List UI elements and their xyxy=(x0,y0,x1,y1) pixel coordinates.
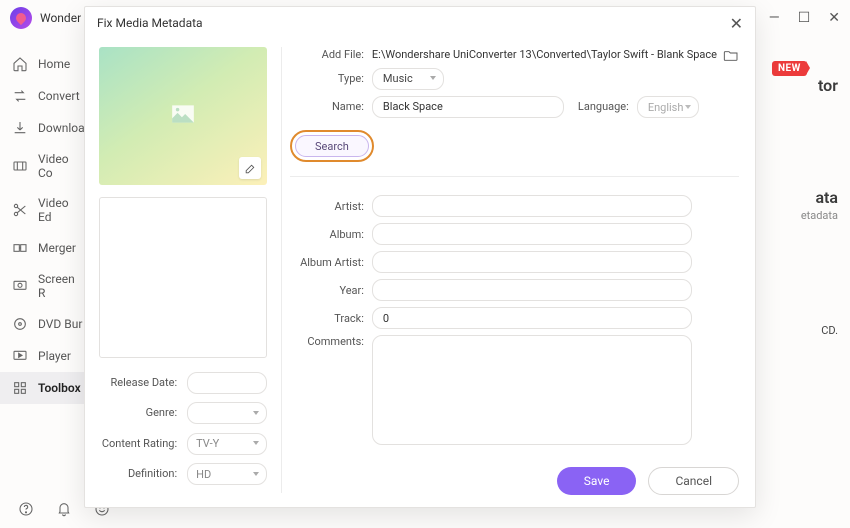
scissors-icon xyxy=(12,202,28,218)
sidebar-item-video-editor[interactable]: Video Ed xyxy=(0,188,95,232)
release-date-label: Release Date: xyxy=(110,376,177,389)
sidebar-item-label: Home xyxy=(38,57,70,71)
disc-icon xyxy=(12,316,28,332)
definition-select-value[interactable] xyxy=(187,463,267,485)
convert-icon xyxy=(12,88,28,104)
dialog-right-pane: Add File: E:\Wondershare UniConverter 13… xyxy=(282,39,755,507)
merge-icon xyxy=(12,240,28,256)
album-artist-label: Album Artist: xyxy=(290,256,372,269)
bell-icon[interactable] xyxy=(56,501,72,521)
close-dialog-button[interactable]: ✕ xyxy=(730,14,743,33)
language-label: Language: xyxy=(578,100,629,113)
image-placeholder-icon xyxy=(170,103,196,129)
dialog-header: Fix Media Metadata ✕ xyxy=(85,7,755,39)
content-rating-select[interactable] xyxy=(187,432,267,455)
definition-label: Definition: xyxy=(128,467,177,480)
sidebar-item-home[interactable]: Home xyxy=(0,48,95,80)
bg-new-badge-wrap: NEW xyxy=(772,56,832,75)
lyrics-box[interactable] xyxy=(99,197,267,358)
artist-label: Artist: xyxy=(290,200,372,213)
dialog-left-pane: Release Date: Genre: Content Rating: xyxy=(85,39,281,507)
bg-peek-title-2: ata etadata xyxy=(801,188,838,222)
year-label: Year: xyxy=(290,284,372,297)
sidebar-item-converter[interactable]: Convert xyxy=(0,80,95,112)
record-icon xyxy=(12,278,28,294)
genre-select-value[interactable] xyxy=(187,402,267,424)
maximize-button[interactable]: ☐ xyxy=(798,11,811,25)
track-input[interactable] xyxy=(372,307,692,329)
sidebar-item-downloader[interactable]: Downloa xyxy=(0,112,95,144)
add-file-path: E:\Wondershare UniConverter 13\Converted… xyxy=(372,48,717,61)
bg-peek-line: CD. xyxy=(821,324,838,337)
sidebar-item-label: Toolbox xyxy=(38,381,81,395)
content-rating-label: Content Rating: xyxy=(102,437,177,450)
genre-label: Genre: xyxy=(146,406,178,419)
search-highlight: Search xyxy=(290,130,374,162)
track-label: Track: xyxy=(290,312,372,325)
add-file-label: Add File: xyxy=(290,48,372,61)
release-date-input[interactable] xyxy=(187,372,267,394)
type-select-value[interactable]: Music xyxy=(372,68,444,90)
section-divider xyxy=(290,176,739,177)
sidebar: Home Convert Downloa Video Co Video Ed M… xyxy=(0,36,95,494)
bg-peek-title-1: tor xyxy=(818,76,838,95)
sidebar-item-label: Video Ed xyxy=(38,196,83,224)
new-badge: NEW xyxy=(772,61,807,76)
album-input[interactable] xyxy=(372,223,692,245)
bg-peek-title-2-text: ata xyxy=(801,188,838,207)
sidebar-item-dvd-burner[interactable]: DVD Bur xyxy=(0,308,95,340)
grid-icon xyxy=(12,380,28,396)
sidebar-item-label: DVD Bur xyxy=(38,317,82,331)
content-rating-select-value[interactable] xyxy=(187,433,267,455)
compress-icon xyxy=(12,158,28,174)
year-input[interactable] xyxy=(372,279,692,301)
album-label: Album: xyxy=(290,228,372,241)
type-select[interactable]: Music xyxy=(372,67,444,90)
play-icon xyxy=(12,348,28,364)
app-logo-icon xyxy=(10,7,32,29)
dialog-title: Fix Media Metadata xyxy=(97,16,203,30)
save-button[interactable]: Save xyxy=(557,467,637,495)
download-icon xyxy=(12,120,28,136)
app-window: Wonder — ☐ ✕ Home Convert Downloa Video … xyxy=(0,0,850,528)
bg-peek-sub: etadata xyxy=(801,209,838,222)
sidebar-item-merger[interactable]: Merger xyxy=(0,232,95,264)
close-window-button[interactable]: ✕ xyxy=(828,11,840,25)
search-button[interactable]: Search xyxy=(295,135,369,157)
app-title: Wonder xyxy=(40,11,81,25)
language-select-value[interactable]: English xyxy=(637,96,699,118)
sidebar-item-player[interactable]: Player xyxy=(0,340,95,372)
comments-label: Comments: xyxy=(290,335,372,348)
minimize-button[interactable]: — xyxy=(769,11,780,25)
language-select[interactable]: English xyxy=(637,96,699,119)
help-icon[interactable] xyxy=(18,501,34,521)
comments-input[interactable] xyxy=(372,335,692,445)
sidebar-item-label: Merger xyxy=(38,241,76,255)
album-artist-input[interactable] xyxy=(372,251,692,273)
definition-select[interactable] xyxy=(187,463,267,486)
cancel-button[interactable]: Cancel xyxy=(648,467,739,495)
name-input[interactable] xyxy=(372,96,564,118)
sidebar-item-label: Video Co xyxy=(38,152,83,180)
browse-folder-button[interactable] xyxy=(723,47,739,61)
genre-select[interactable] xyxy=(187,402,267,425)
home-icon xyxy=(12,56,28,72)
fix-metadata-dialog: Fix Media Metadata ✕ Release Date: xyxy=(84,6,756,508)
type-label: Type: xyxy=(290,72,372,85)
sidebar-item-video-compressor[interactable]: Video Co xyxy=(0,144,95,188)
album-art-thumbnail xyxy=(99,47,267,185)
sidebar-item-label: Downloa xyxy=(38,121,85,135)
sidebar-item-label: Player xyxy=(38,349,71,363)
sidebar-item-label: Convert xyxy=(38,89,80,103)
sidebar-item-screen-recorder[interactable]: Screen R xyxy=(0,264,95,308)
name-label: Name: xyxy=(290,100,372,113)
artist-input[interactable] xyxy=(372,195,692,217)
sidebar-item-toolbox[interactable]: Toolbox xyxy=(0,372,95,404)
sidebar-item-label: Screen R xyxy=(38,272,83,300)
edit-thumbnail-button[interactable] xyxy=(239,157,261,179)
